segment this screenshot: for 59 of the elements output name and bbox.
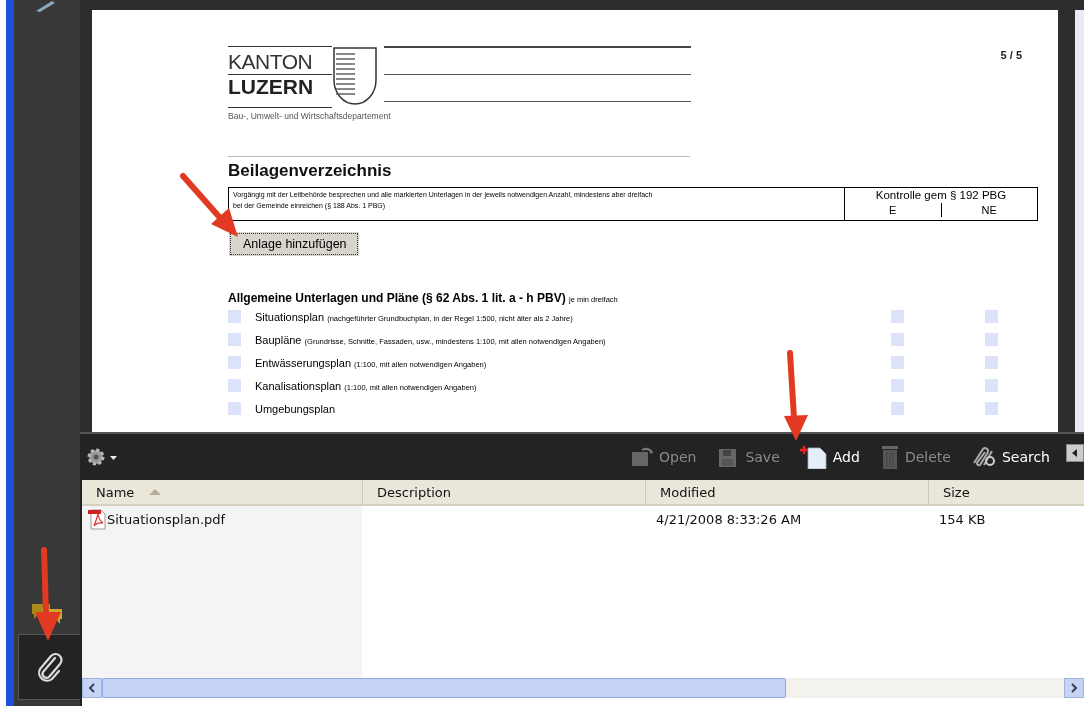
checkbox[interactable] bbox=[891, 402, 904, 415]
pdf-file-icon bbox=[88, 508, 106, 530]
file-name: Situationsplan.pdf bbox=[107, 511, 226, 527]
column-title: Modified bbox=[660, 484, 716, 500]
checkbox[interactable] bbox=[228, 356, 241, 369]
column-title: Size bbox=[943, 484, 970, 500]
page-number: 5 / 5 bbox=[1000, 49, 1022, 61]
collapse-button[interactable] bbox=[1066, 444, 1084, 462]
modified-cell-text: 4/21/2008 8:33:26 AM bbox=[655, 510, 803, 529]
checkbox[interactable] bbox=[891, 379, 904, 392]
search-button[interactable]: Search bbox=[962, 443, 1058, 471]
department-name: Bau-, Umwelt- und Wirtschaftsdepartement bbox=[228, 111, 391, 121]
control-heading: Kontrolle gem § 192 PBG bbox=[874, 188, 1008, 203]
checkbox[interactable] bbox=[228, 333, 241, 346]
scrollbar-thumb[interactable] bbox=[102, 678, 786, 698]
size-cell-text: 154 KB bbox=[938, 510, 987, 529]
checkbox[interactable] bbox=[985, 333, 998, 346]
chevron-right-icon bbox=[1070, 683, 1078, 693]
trash-icon bbox=[879, 444, 900, 470]
checkbox[interactable] bbox=[891, 356, 904, 369]
horizontal-scrollbar[interactable] bbox=[82, 678, 1084, 698]
column-header[interactable]: Description bbox=[362, 480, 645, 504]
column-label: E bbox=[888, 203, 898, 217]
search-icon bbox=[970, 445, 997, 469]
checkbox[interactable] bbox=[891, 333, 904, 346]
add-attachment-button[interactable]: Anlage hinzufügen bbox=[230, 233, 358, 255]
scroll-left-button[interactable] bbox=[82, 678, 102, 698]
logo-text: KANTON bbox=[228, 50, 332, 75]
chevron-left-icon bbox=[88, 683, 96, 693]
column-header[interactable]: Size bbox=[928, 480, 1084, 504]
pen-icon[interactable] bbox=[34, 0, 56, 12]
logo-text: LUZERN bbox=[228, 75, 315, 99]
item-label: Umgebungsplan bbox=[255, 402, 337, 415]
new-document-icon bbox=[799, 445, 828, 469]
checkbox[interactable] bbox=[985, 379, 998, 392]
document-title: Beilagenverzeichnis bbox=[228, 161, 393, 181]
gear-icon bbox=[86, 447, 120, 467]
attachments-tab[interactable] bbox=[18, 634, 80, 700]
column-title: Description bbox=[377, 484, 452, 500]
scroll-right-button[interactable] bbox=[1064, 678, 1084, 698]
checkbox[interactable] bbox=[985, 310, 998, 323]
column-header[interactable]: Modified bbox=[645, 480, 928, 504]
triangle-left-icon bbox=[1071, 448, 1079, 458]
checkbox[interactable] bbox=[228, 310, 241, 323]
column-title: Name bbox=[96, 484, 135, 500]
sort-ascending-icon bbox=[148, 488, 163, 496]
checkbox[interactable] bbox=[891, 310, 904, 323]
add-button[interactable]: Add bbox=[791, 443, 868, 471]
checkbox[interactable] bbox=[228, 402, 241, 415]
checkbox[interactable] bbox=[228, 379, 241, 392]
vertical-scrollbar[interactable] bbox=[1075, 10, 1084, 432]
column-label: NE bbox=[940, 203, 1037, 217]
checkbox[interactable] bbox=[985, 356, 998, 369]
options-menu-button[interactable] bbox=[86, 447, 120, 467]
column-header[interactable]: Name bbox=[82, 480, 362, 504]
file-name-cell[interactable]: Situationsplan.pdf bbox=[82, 506, 362, 532]
shield-icon bbox=[332, 46, 378, 108]
open-icon bbox=[630, 446, 654, 468]
checkbox[interactable] bbox=[985, 402, 998, 415]
